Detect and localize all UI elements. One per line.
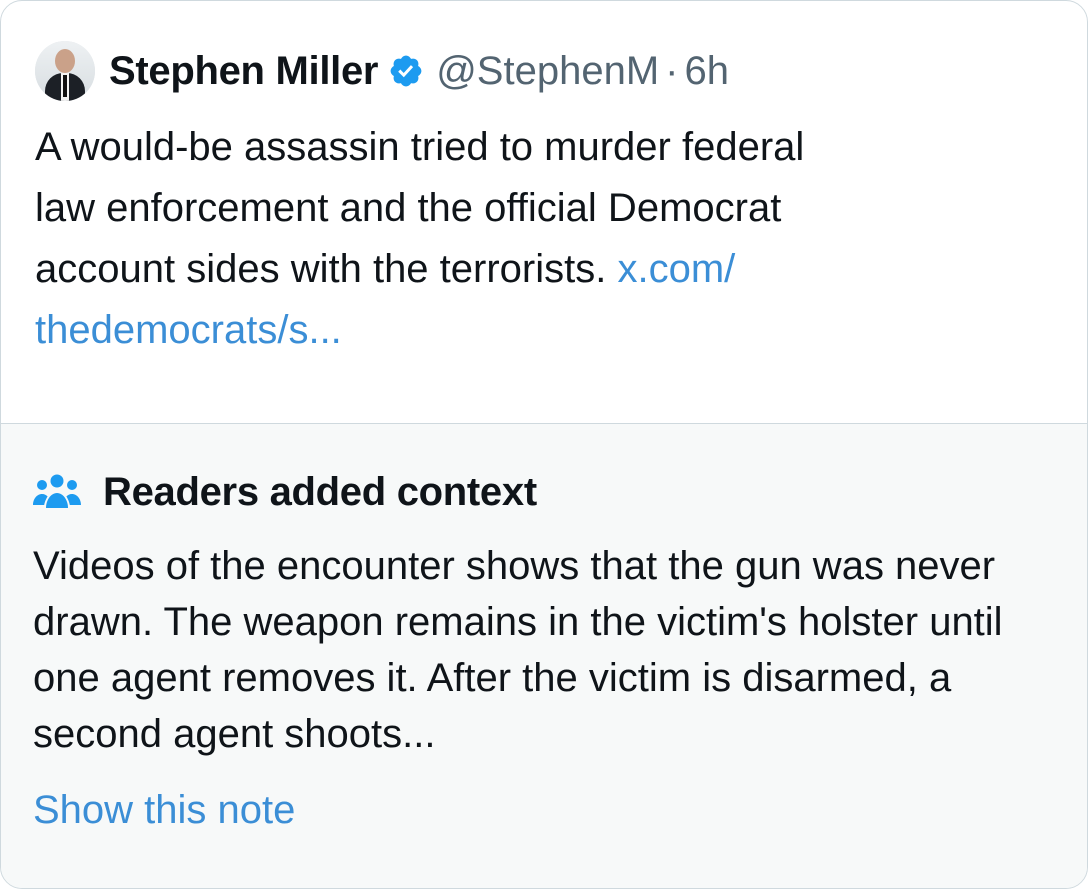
people-icon [33,474,81,508]
tweet-content: Stephen Miller @StephenM · 6h A would-be… [35,41,1053,361]
note-header: Readers added context [33,468,537,516]
tweet-timestamp[interactable]: 6h [684,49,729,94]
tweet-text-line: law enforcement and the official Democra… [35,186,782,230]
note-title: Readers added context [103,469,537,514]
avatar[interactable] [35,41,95,101]
author-handle[interactable]: @StephenM [436,49,659,94]
author-name[interactable]: Stephen Miller [109,49,378,94]
verified-badge-icon [390,55,422,87]
tweet-text-line: A would-be assassin tried to murder fede… [35,125,805,169]
tweet-header: Stephen Miller @StephenM · 6h [35,41,1053,101]
note-body: Videos of the encounter shows that the g… [33,544,1003,756]
tweet-text: A would-be assassin tried to murder fede… [35,117,995,361]
community-note: Readers added context Videos of the enco… [1,423,1087,888]
tweet-link-part[interactable]: thedemocrats/s... [35,308,342,352]
tweet-text-line: account sides with the terrorists. [35,247,607,291]
separator-dot: · [665,48,679,93]
tweet-link-part[interactable]: x.com/ [617,247,735,291]
show-note-link[interactable]: Show this note [33,788,295,833]
tweet-card[interactable]: Stephen Miller @StephenM · 6h A would-be… [0,0,1088,889]
